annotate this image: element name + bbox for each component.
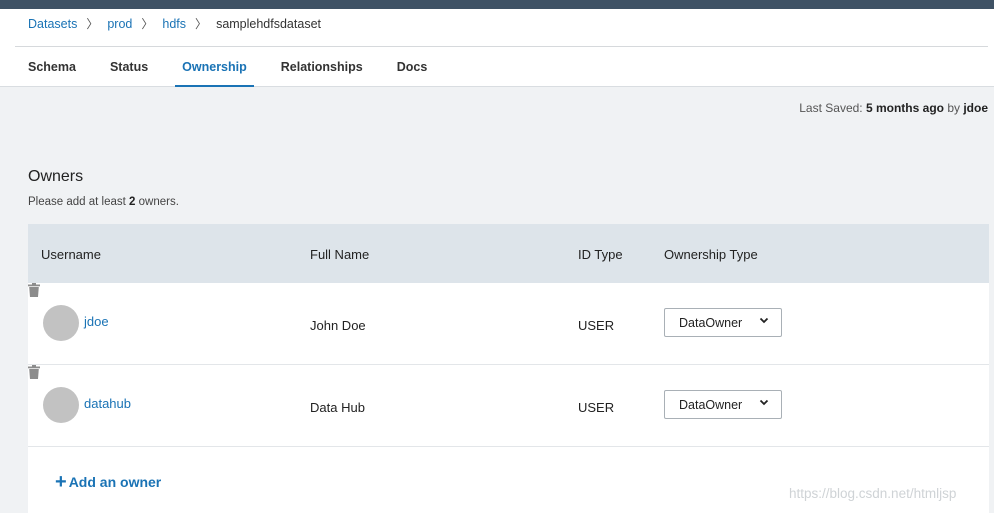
owners-table: Username Full Name ID Type Ownership Typ…	[28, 224, 989, 513]
table-header: Username Full Name ID Type Ownership Typ…	[28, 224, 989, 283]
plus-icon: +	[55, 471, 67, 493]
breadcrumb-separator-icon: 〉	[141, 17, 154, 31]
add-owner-button[interactable]: + Add an owner	[55, 471, 162, 493]
id-type: USER	[578, 400, 615, 415]
username-link[interactable]: datahub	[84, 396, 131, 411]
ownership-type-select[interactable]: DataOwner	[664, 308, 782, 337]
breadcrumb-datasets[interactable]: Datasets	[28, 17, 77, 31]
chevron-down-icon	[759, 399, 769, 406]
column-header-full-name: Full Name	[310, 247, 370, 262]
tab-schema[interactable]: Schema	[28, 48, 76, 87]
breadcrumb-separator-icon: 〉	[195, 17, 208, 31]
add-owner-label: Add an owner	[68, 474, 162, 490]
username-link[interactable]: jdoe	[84, 314, 109, 329]
last-saved-user: jdoe	[963, 101, 988, 115]
table-row: datahub Data Hub USER DataOwner	[28, 365, 989, 447]
chevron-down-icon	[759, 317, 769, 324]
ownership-type-value: DataOwner	[679, 397, 743, 412]
owners-title: Owners	[28, 168, 84, 185]
trash-icon[interactable]	[28, 365, 40, 379]
breadcrumb-current: samplehdfsdataset	[216, 16, 321, 31]
breadcrumb-hdfs[interactable]: hdfs	[162, 17, 186, 31]
last-saved-by: by	[943, 101, 964, 115]
tab-relationships[interactable]: Relationships	[281, 48, 363, 87]
breadcrumb-prod[interactable]: prod	[107, 17, 132, 31]
last-saved-text: Last Saved: 5 months ago by jdoe	[799, 101, 988, 115]
id-type: USER	[578, 318, 615, 333]
full-name: John Doe	[310, 318, 366, 333]
column-header-id-type: ID Type	[578, 247, 623, 262]
last-saved-when: 5 months ago	[865, 101, 944, 115]
tab-status[interactable]: Status	[110, 48, 148, 87]
column-header-username: Username	[41, 247, 101, 262]
watermark: https://blog.csdn.net/htmljsp	[789, 486, 957, 501]
full-name: Data Hub	[310, 400, 365, 415]
header-divider	[15, 46, 988, 47]
table-row: jdoe John Doe USER DataOwner	[28, 283, 989, 365]
last-saved-prefix: Last Saved:	[799, 101, 866, 115]
ownership-type-value: DataOwner	[679, 315, 743, 330]
avatar	[43, 305, 79, 341]
avatar	[43, 387, 79, 423]
breadcrumb: Datasets 〉 prod 〉 hdfs 〉 samplehdfsdatas…	[28, 15, 321, 32]
owners-hint: Please add at least 2 owners.	[28, 196, 179, 208]
column-header-ownership-type: Ownership Type	[664, 247, 758, 262]
trash-icon[interactable]	[28, 283, 40, 297]
owners-hint-prefix: Please add at least	[28, 196, 130, 208]
tab-docs[interactable]: Docs	[397, 48, 428, 87]
breadcrumb-separator-icon: 〉	[86, 17, 99, 31]
tab-ownership[interactable]: Ownership	[175, 48, 254, 87]
ownership-type-select[interactable]: DataOwner	[664, 390, 782, 419]
tab-bar: Schema Status Ownership Relationships Do…	[28, 48, 461, 87]
top-bar	[0, 0, 994, 9]
owners-hint-suffix: owners.	[135, 196, 179, 208]
